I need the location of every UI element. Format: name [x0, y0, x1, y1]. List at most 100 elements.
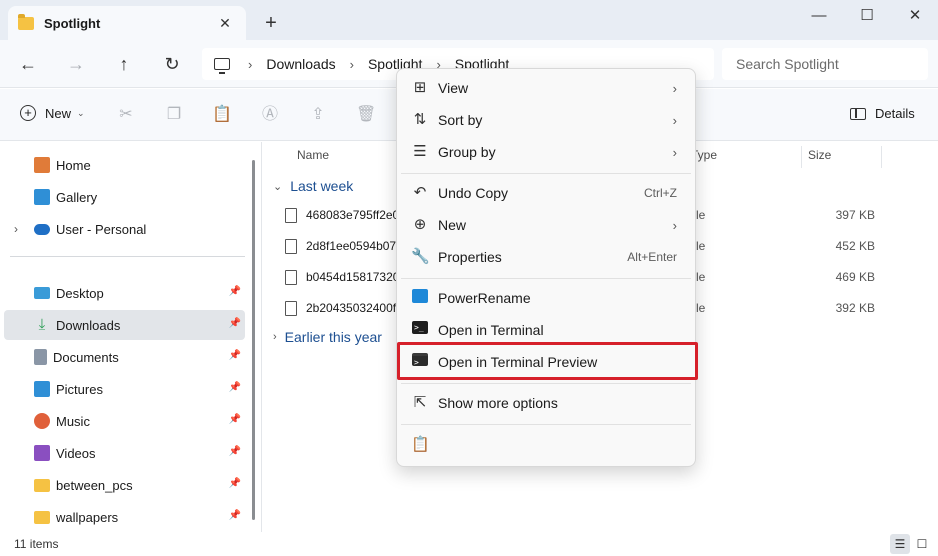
- sidebar-item-desktop[interactable]: Desktop 📌: [4, 278, 245, 308]
- chevron-down-icon: ⌄: [273, 180, 283, 193]
- pin-icon[interactable]: 📌: [229, 414, 241, 425]
- pin-icon[interactable]: 📌: [229, 382, 241, 393]
- sort-icon: ⇅: [413, 111, 427, 128]
- plus-icon: +: [20, 105, 36, 121]
- minimize-button[interactable]: —: [796, 4, 842, 28]
- menu-item-label: Sort by: [438, 112, 483, 128]
- details-button[interactable]: Details: [850, 106, 915, 121]
- cut-icon[interactable]: ✂: [116, 105, 136, 125]
- sidebar-item-between-pcs[interactable]: between_pcs 📌: [4, 470, 245, 500]
- sidebar-item-music[interactable]: Music 📌: [4, 406, 245, 436]
- new-button[interactable]: + New ⌄: [20, 105, 85, 121]
- pin-icon[interactable]: 📌: [229, 350, 241, 361]
- forward-button[interactable]: →: [64, 52, 88, 76]
- breadcrumb-downloads[interactable]: Downloads: [266, 56, 335, 72]
- home-icon: [34, 157, 50, 173]
- pin-icon[interactable]: 📌: [229, 478, 241, 489]
- file-name: 2d8f1ee0594b073: [306, 239, 403, 253]
- file-size: 452 KB: [835, 239, 875, 253]
- pin-icon[interactable]: 📌: [229, 446, 241, 457]
- group-header-earlier-this-year[interactable]: › Earlier this year: [273, 329, 382, 345]
- menu-item-show-more-options[interactable]: ⇱ Show more options: [401, 388, 691, 418]
- sidebar-item-wallpapers[interactable]: wallpapers 📌: [4, 502, 245, 532]
- close-tab-icon[interactable]: ✕: [214, 15, 236, 32]
- sidebar-item-label: User - Personal: [56, 221, 147, 237]
- menu-item-open-in-terminal[interactable]: Open in Terminal: [401, 315, 691, 345]
- sidebar-item-label: between_pcs: [56, 477, 133, 493]
- documents-icon: [34, 349, 47, 365]
- file-type: le: [696, 239, 706, 253]
- back-button[interactable]: ←: [16, 52, 40, 76]
- menu-separator: [401, 383, 691, 384]
- column-header-size[interactable]: Size: [808, 148, 831, 162]
- navigation-pane: Home Gallery › User - Personal Desktop 📌…: [0, 142, 262, 532]
- tab-spotlight[interactable]: Spotlight ✕: [8, 6, 246, 40]
- file-icon: [285, 269, 297, 285]
- pin-icon[interactable]: 📌: [229, 318, 241, 329]
- shortcut-label: Ctrl+Z: [644, 186, 677, 200]
- sidebar-item-pictures[interactable]: Pictures 📌: [4, 374, 245, 404]
- new-tab-button[interactable]: +: [260, 12, 282, 34]
- refresh-button[interactable]: ↻: [160, 52, 184, 76]
- sidebar-item-gallery[interactable]: Gallery: [4, 182, 245, 212]
- up-button[interactable]: ↑: [112, 52, 136, 76]
- chevron-right-icon: ›: [672, 80, 677, 96]
- clipboard-icon: 📋: [411, 436, 430, 453]
- chevron-right-icon: ›: [672, 217, 677, 233]
- column-separator[interactable]: [801, 146, 802, 168]
- sidebar-item-videos[interactable]: Videos 📌: [4, 438, 245, 468]
- file-icon: [285, 300, 297, 316]
- group-icon: ☰: [413, 143, 427, 160]
- details-view-icon[interactable]: ☰: [890, 534, 910, 554]
- grid-icon: ⊞: [413, 79, 427, 96]
- menu-item-properties[interactable]: 🔧 Properties Alt+Enter: [401, 242, 691, 272]
- menu-item-paste[interactable]: 📋: [401, 430, 691, 460]
- breadcrumb-separator: ›: [349, 56, 354, 72]
- pin-icon[interactable]: 📌: [229, 286, 241, 297]
- maximize-button[interactable]: ☐: [844, 4, 890, 28]
- group-header-last-week[interactable]: ⌄ Last week: [273, 178, 353, 194]
- copy-icon[interactable]: ❐: [164, 105, 184, 125]
- file-icon: [285, 238, 297, 254]
- sidebar-item-label: Home: [56, 157, 91, 173]
- menu-item-view[interactable]: ⊞ View ›: [401, 73, 691, 103]
- file-name: b0454d15817320c: [306, 270, 406, 284]
- new-icon: ⊕: [413, 216, 427, 233]
- file-type: le: [696, 208, 706, 222]
- column-header-name[interactable]: Name: [297, 148, 329, 162]
- sidebar-item-downloads[interactable]: ⤓ Downloads 📌: [4, 310, 245, 340]
- search-input[interactable]: Search Spotlight: [722, 48, 928, 80]
- menu-item-group-by[interactable]: ☰ Group by ›: [401, 137, 691, 167]
- status-bar: 11 items ☰ ☐: [0, 532, 938, 556]
- computer-icon[interactable]: [214, 58, 230, 74]
- sidebar-item-home[interactable]: Home: [4, 150, 245, 180]
- menu-separator: [401, 278, 691, 279]
- menu-item-sort-by[interactable]: ⇅ Sort by ›: [401, 105, 691, 135]
- sidebar-item-label: Music: [56, 413, 90, 429]
- menu-item-label: Undo Copy: [438, 185, 509, 201]
- breadcrumb-separator: ›: [248, 56, 253, 72]
- expand-chevron-icon[interactable]: ›: [14, 222, 18, 236]
- file-size: 392 KB: [835, 301, 875, 315]
- column-separator[interactable]: [881, 146, 882, 168]
- pin-icon[interactable]: 📌: [229, 510, 241, 521]
- delete-icon[interactable]: 🗑: [356, 105, 376, 125]
- paste-icon[interactable]: 📋: [212, 105, 232, 125]
- music-icon: [34, 413, 50, 429]
- menu-item-new[interactable]: ⊕ New ›: [401, 210, 691, 240]
- details-pane-icon: [850, 107, 866, 120]
- menu-separator: [401, 424, 691, 425]
- sidebar-item-onedrive[interactable]: › User - Personal: [4, 214, 245, 244]
- close-window-button[interactable]: ✕: [892, 4, 938, 28]
- menu-item-undo-copy[interactable]: ↶ Undo Copy Ctrl+Z: [401, 178, 691, 208]
- chevron-right-icon: ›: [672, 112, 677, 128]
- rename-icon[interactable]: Ⓐ: [260, 105, 280, 125]
- menu-item-powerrename[interactable]: PowerRename: [401, 283, 691, 313]
- tiles-view-icon[interactable]: ☐: [912, 534, 932, 554]
- menu-separator: [401, 173, 691, 174]
- menu-item-label: PowerRename: [438, 290, 531, 306]
- share-icon[interactable]: ⇪: [308, 105, 328, 125]
- sidebar-scrollbar[interactable]: [252, 160, 255, 520]
- sidebar-item-documents[interactable]: Documents 📌: [4, 342, 245, 372]
- pictures-icon: [34, 381, 50, 397]
